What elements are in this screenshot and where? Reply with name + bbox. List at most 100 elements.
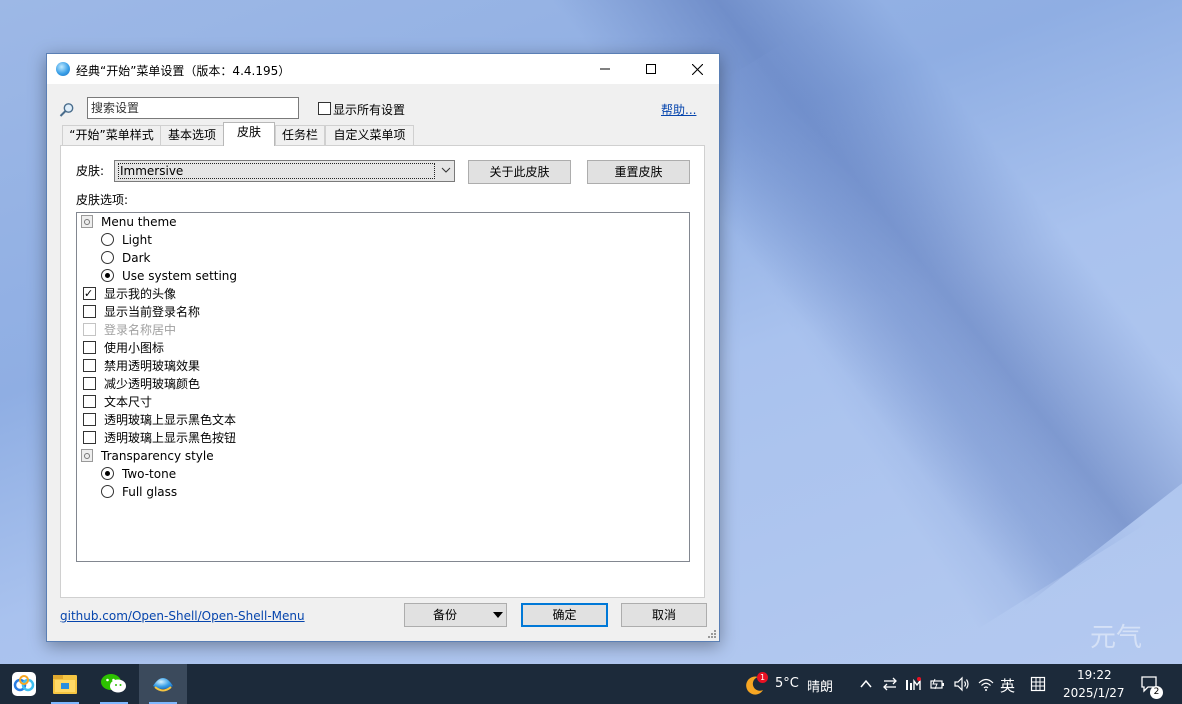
full-glass-radio[interactable] [101, 485, 114, 498]
github-link[interactable]: github.com/Open-Shell/Open-Shell-Menu [60, 609, 305, 623]
option-label: Light [122, 233, 152, 247]
center-login-name-checkbox [83, 323, 96, 336]
resize-grip-icon[interactable] [707, 629, 717, 639]
option-label: 显示当前登录名称 [104, 305, 201, 319]
list-item[interactable]: 减少透明玻璃颜色 [83, 375, 200, 393]
option-label: 登录名称居中 [104, 323, 177, 337]
show-avatar-checkbox[interactable] [83, 285, 96, 303]
list-item: 登录名称居中 [83, 321, 176, 339]
list-item[interactable]: 使用小图标 [83, 339, 164, 357]
list-item[interactable]: 显示我的头像 [83, 285, 176, 303]
reduce-glass-color-checkbox[interactable] [83, 377, 96, 390]
minimize-icon [600, 68, 610, 70]
close-icon [691, 63, 703, 75]
option-label: 禁用透明玻璃效果 [104, 359, 201, 373]
taskbar-app-wechat[interactable] [90, 664, 138, 704]
tab-skin[interactable]: 皮肤 [223, 122, 275, 146]
search-icon [59, 103, 74, 117]
chevron-up-icon[interactable] [858, 676, 874, 692]
volume-icon[interactable] [954, 676, 970, 692]
chevron-down-icon [441, 167, 451, 173]
option-label: Dark [122, 251, 151, 265]
list-item[interactable]: Two-tone [101, 465, 176, 483]
clock-date[interactable]: 2025/1/27 [1063, 686, 1125, 700]
show-all-settings-checkbox[interactable] [318, 102, 331, 115]
search-input[interactable] [87, 97, 299, 119]
open-shell-icon [56, 62, 70, 76]
ok-button[interactable]: 确定 [521, 603, 608, 627]
light-theme-radio[interactable] [101, 233, 114, 246]
clock-time[interactable]: 19:22 [1077, 668, 1112, 682]
list-item[interactable]: 透明玻璃上显示黑色按钮 [83, 429, 236, 447]
skin-options-label: 皮肤选项: [76, 193, 129, 207]
black-text-on-glass-checkbox[interactable] [83, 413, 96, 426]
system-theme-radio[interactable] [101, 269, 114, 282]
option-label: Full glass [122, 485, 178, 499]
black-buttons-on-glass-checkbox[interactable] [83, 431, 96, 444]
taskbar-app-file-explorer[interactable] [41, 664, 89, 704]
option-label: Menu theme [101, 215, 177, 229]
list-item[interactable]: Light [101, 231, 152, 249]
title-bar[interactable]: 经典“开始”菜单设置（版本：4.4.195） [47, 54, 719, 84]
tab-start-menu-style[interactable]: “开始”菜单样式 [62, 125, 161, 145]
reset-skin-button[interactable]: 重置皮肤 [587, 160, 690, 184]
list-item[interactable]: Dark [101, 249, 150, 267]
transfer-icon[interactable] [882, 676, 898, 692]
app-tray-icon[interactable] [905, 676, 921, 692]
disable-glass-checkbox[interactable] [83, 359, 96, 372]
weather-text[interactable]: 晴朗 [807, 676, 833, 695]
watermark-logo: 元气 [1089, 623, 1142, 653]
skin-tab-panel: 皮肤: Immersive 关于此皮肤 重置皮肤 皮肤选项: Menu them… [60, 145, 705, 598]
battery-icon[interactable] [929, 676, 945, 692]
option-label: 透明玻璃上显示黑色文本 [104, 413, 237, 427]
list-item[interactable]: 文本尺寸 [83, 393, 152, 411]
backup-button[interactable]: 备份 [404, 603, 507, 627]
option-label: 透明玻璃上显示黑色按钮 [104, 431, 237, 445]
text-size-checkbox[interactable] [83, 395, 96, 408]
list-item[interactable]: Full glass [101, 483, 177, 501]
dark-theme-radio[interactable] [101, 251, 114, 264]
two-tone-radio[interactable] [101, 467, 114, 480]
tab-basic-settings[interactable]: 基本选项 [160, 125, 224, 145]
option-label: 文本尺寸 [104, 395, 153, 409]
tab-customize-menu[interactable]: 自定义菜单项 [325, 125, 414, 145]
option-label: 减少透明玻璃颜色 [104, 377, 201, 391]
settings-group-icon [81, 215, 93, 228]
small-icons-checkbox[interactable] [83, 341, 96, 354]
file-explorer-icon [53, 675, 77, 694]
cancel-button[interactable]: 取消 [621, 603, 707, 627]
open-shell-icon [153, 678, 173, 692]
taskbar-app-open-shell[interactable] [139, 664, 187, 704]
temperature-text[interactable]: 5°C [775, 676, 799, 691]
input-method-grid-icon[interactable] [1030, 676, 1046, 692]
wifi-icon[interactable] [978, 676, 994, 692]
list-item[interactable]: Use system setting [101, 267, 237, 285]
maximize-button[interactable] [628, 54, 674, 84]
show-login-name-checkbox[interactable] [83, 305, 96, 318]
list-item: Transparency style [81, 447, 214, 465]
list-item: Menu theme [81, 213, 177, 231]
option-label: Transparency style [101, 449, 214, 463]
option-label: 使用小图标 [104, 341, 165, 355]
skin-label: 皮肤: [76, 164, 105, 178]
taskbar: 1 5°C 晴朗 英 19:22 2025/1/27 2 [0, 664, 1182, 704]
window-title: 经典“开始”菜单设置（版本：4.4.195） [76, 64, 291, 78]
skin-options-list: Menu theme Light Dark Use system setting… [76, 212, 690, 562]
notification-count-badge: 2 [1150, 686, 1163, 699]
skin-dropdown[interactable]: Immersive [114, 160, 455, 182]
help-link[interactable]: 帮助... [661, 101, 696, 118]
about-skin-button[interactable]: 关于此皮肤 [468, 160, 571, 184]
tab-taskbar[interactable]: 任务栏 [275, 125, 325, 145]
wechat-icon [101, 674, 126, 693]
backup-label: 备份 [433, 608, 458, 622]
list-item[interactable]: 显示当前登录名称 [83, 303, 200, 321]
list-item[interactable]: 禁用透明玻璃效果 [83, 357, 200, 375]
list-item[interactable]: 透明玻璃上显示黑色文本 [83, 411, 236, 429]
skin-dropdown-value: Immersive [118, 163, 435, 179]
baidu-netdisk-icon [12, 672, 36, 696]
option-label: Two-tone [122, 467, 177, 481]
ime-indicator[interactable]: 英 [1000, 675, 1015, 696]
weather-badge: 1 [757, 672, 768, 683]
close-button[interactable] [674, 54, 720, 84]
minimize-button[interactable] [582, 54, 628, 84]
